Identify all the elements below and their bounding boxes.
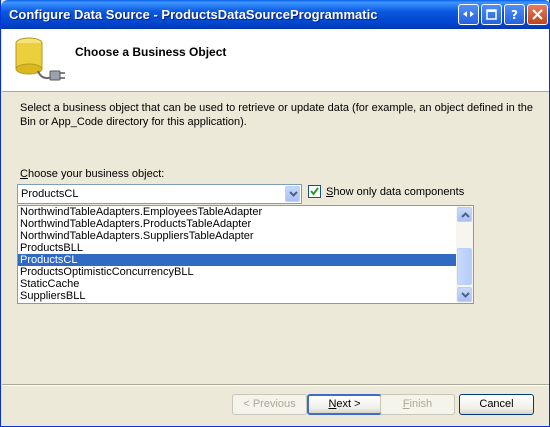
next-button[interactable]: Next > <box>307 394 382 415</box>
title-bar[interactable]: Configure Data Source - ProductsDataSour… <box>1 0 550 29</box>
wizard-header: Choose a Business Object <box>2 29 549 92</box>
window-title: Configure Data Source - ProductsDataSour… <box>9 7 378 22</box>
database-plug-icon <box>12 35 66 88</box>
business-object-combobox[interactable]: ProductsCL <box>17 184 302 204</box>
previous-button[interactable]: < Previous <box>232 394 307 415</box>
close-icon <box>532 9 543 20</box>
show-data-components-checkbox[interactable] <box>308 185 321 198</box>
help-button[interactable]: ? <box>504 4 525 25</box>
business-object-listbox[interactable]: NorthwindTableAdapters.EmployeesTableAda… <box>17 205 474 304</box>
checkmark-icon <box>310 187 319 196</box>
page-heading: Choose a Business Object <box>75 45 227 59</box>
list-item[interactable]: SuppliersBLL <box>18 290 457 302</box>
question-mark-icon: ? <box>511 8 518 21</box>
arrows-icon <box>463 11 474 17</box>
close-button[interactable] <box>527 4 548 25</box>
show-data-components-label[interactable]: Show only data components <box>326 186 464 198</box>
chevron-up-icon <box>461 212 470 218</box>
footer-separator <box>2 384 549 386</box>
list-item[interactable]: ProductsCL <box>18 254 457 266</box>
chevron-down-icon <box>461 292 470 298</box>
list-item[interactable]: NorthwindTableAdapters.ProductsTableAdap… <box>18 218 457 230</box>
scroll-down-button[interactable] <box>457 287 472 302</box>
maximize-button[interactable] <box>481 4 502 25</box>
svg-text:?: ? <box>511 8 518 21</box>
list-item[interactable]: StaticCache <box>18 278 457 290</box>
scroll-up-button[interactable] <box>457 207 472 222</box>
list-item[interactable]: NorthwindTableAdapters.EmployeesTableAda… <box>18 206 457 218</box>
maximize-icon <box>486 9 497 20</box>
combobox-dropdown-button[interactable] <box>285 186 300 202</box>
list-item[interactable]: NorthwindTableAdapters.SuppliersTableAda… <box>18 230 457 242</box>
cancel-button[interactable]: Cancel <box>459 394 534 415</box>
listbox-scrollbar[interactable] <box>456 206 473 303</box>
chevron-down-icon <box>289 191 298 197</box>
list-item[interactable]: ProductsOptimisticConcurrencyBLL <box>18 266 457 278</box>
combobox-value: ProductsCL <box>21 188 79 200</box>
dialog-window: Configure Data Source - ProductsDataSour… <box>0 0 550 427</box>
finish-button[interactable]: Finish <box>380 394 455 415</box>
scroll-thumb[interactable] <box>457 248 472 285</box>
description-text: Select a business object that can be use… <box>20 102 534 128</box>
business-object-label: Choose your business object: <box>20 168 165 180</box>
listbox-items: NorthwindTableAdapters.EmployeesTableAda… <box>18 206 457 302</box>
list-item[interactable]: ProductsBLL <box>18 242 457 254</box>
context-help-button[interactable] <box>458 4 479 25</box>
